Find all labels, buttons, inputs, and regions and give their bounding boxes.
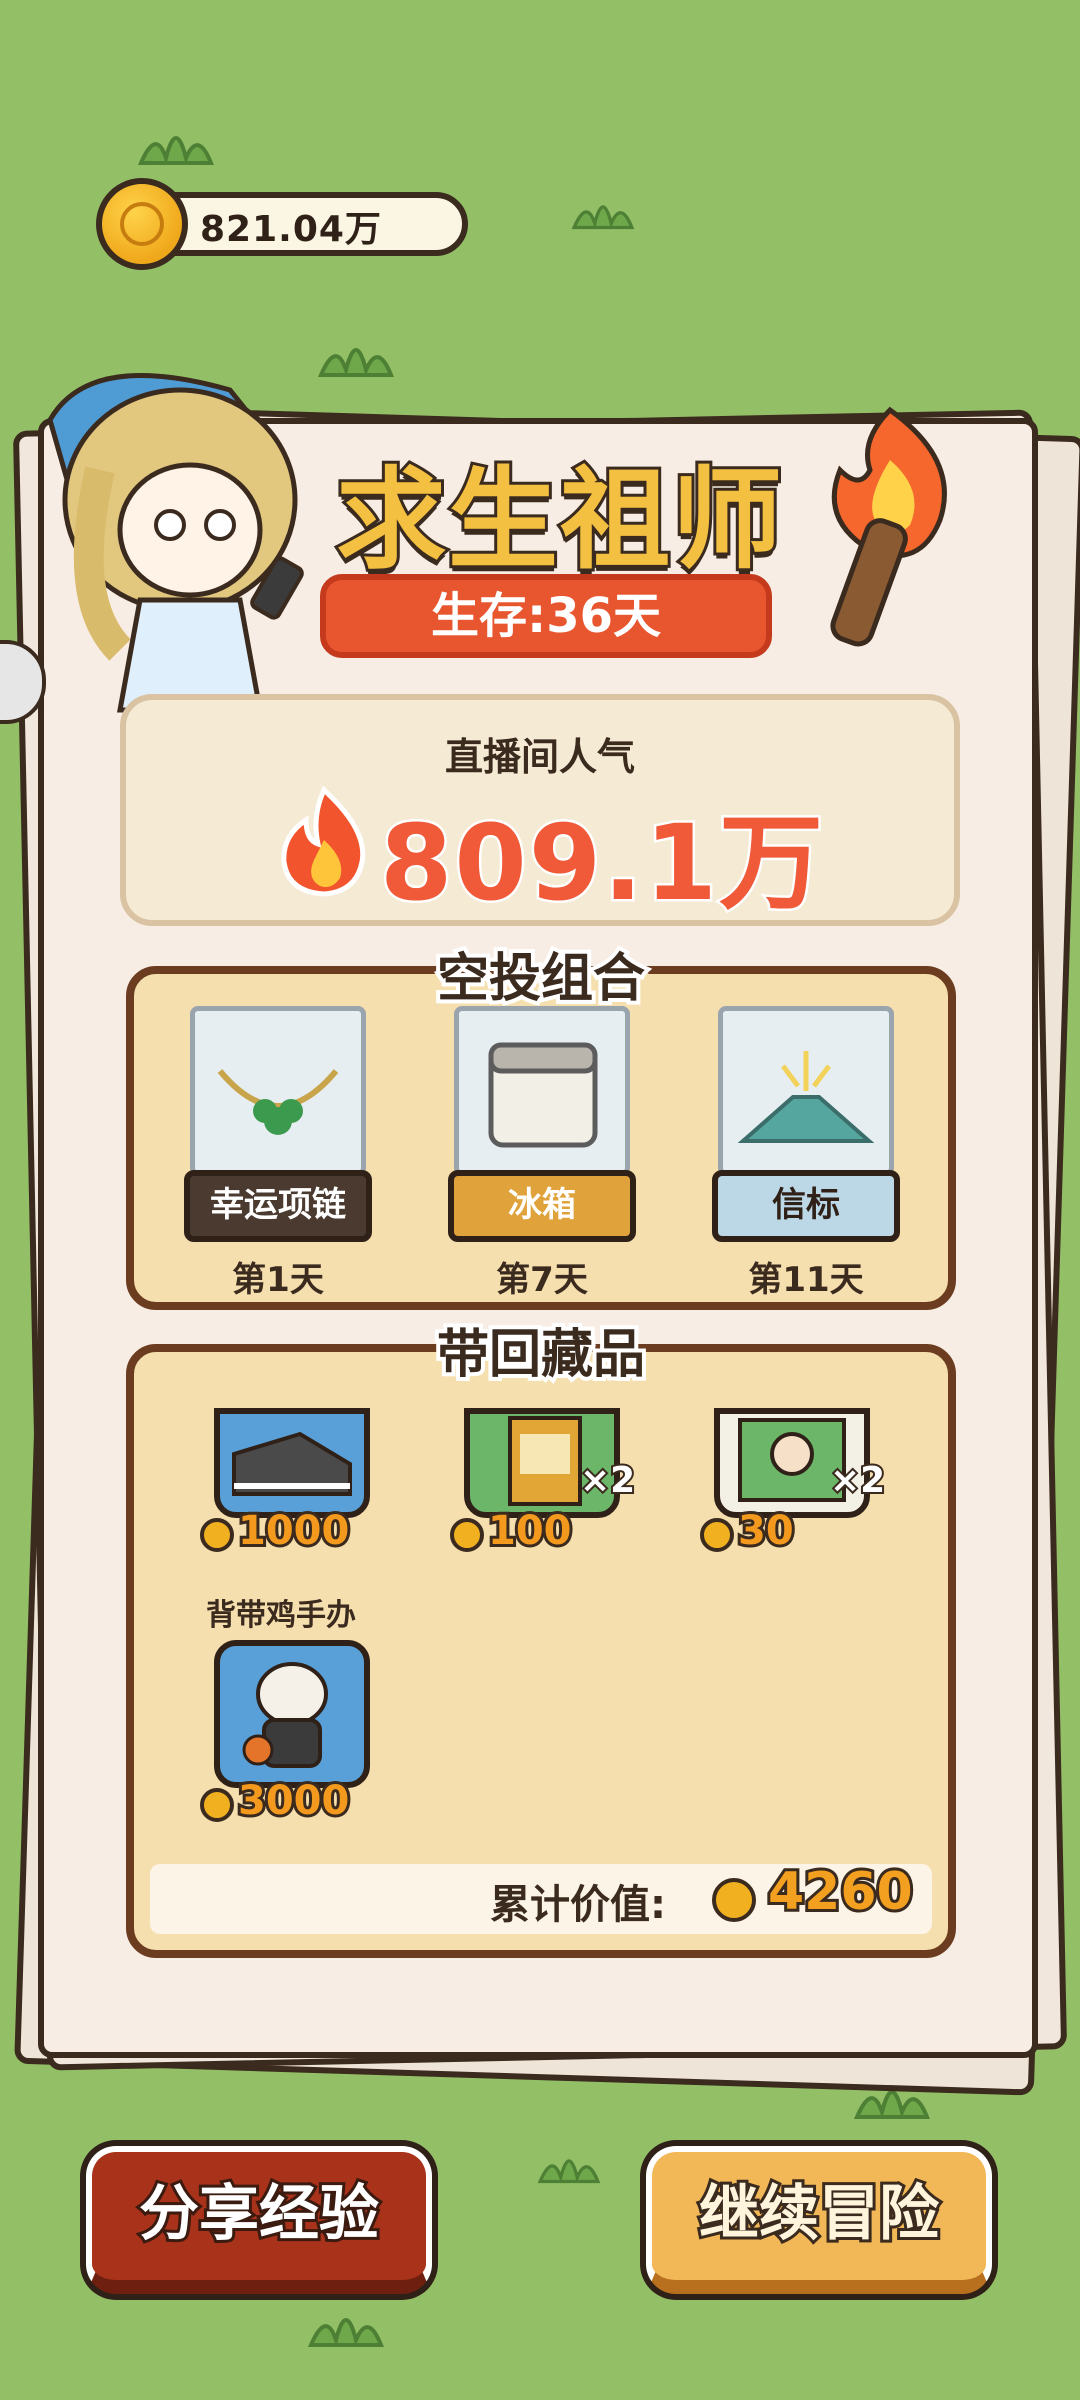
grass-tuft-icon (571, 205, 635, 230)
beacon-icon (737, 1051, 875, 1143)
collection-price: 30 (735, 1505, 797, 1557)
share-button[interactable]: 分享经验 (86, 2146, 432, 2294)
torch-icon (830, 406, 947, 647)
collection-title: 带回藏品 (433, 1321, 649, 1389)
necklace-icon (217, 1069, 339, 1135)
item-card-fridge[interactable] (454, 1006, 630, 1176)
item-card-beacon[interactable] (718, 1006, 894, 1176)
total-value-label: 累计价值: (490, 1882, 666, 1928)
collection-count: ×2 (828, 1458, 887, 1503)
item-tag-beacon: 信标 (712, 1170, 900, 1242)
collection-price: 1000 (235, 1505, 352, 1557)
character-avatar-icon (47, 373, 304, 745)
gold-coin-icon (96, 178, 188, 270)
coin-icon (700, 1518, 734, 1552)
popularity-label: 直播间人气 (444, 735, 635, 779)
survival-days-badge: 生存:36天 (320, 574, 772, 658)
item-tag-necklace: 幸运项链 (184, 1170, 372, 1242)
grass-tuft-icon (537, 2159, 601, 2184)
fire-icon (281, 786, 366, 897)
collection-count: ×2 (578, 1458, 637, 1503)
total-value: 4260 (765, 1859, 916, 1925)
item-day-necklace: 第1天 (232, 1260, 324, 1300)
collection-price: 100 (485, 1505, 574, 1557)
coin-icon (712, 1878, 756, 1922)
coin-icon (200, 1788, 234, 1822)
fridge-icon (488, 1042, 598, 1148)
coin-icon (450, 1518, 484, 1552)
chicken-figure-icon (242, 1662, 328, 1768)
item-day-beacon: 第11天 (748, 1260, 864, 1300)
item-tag-fridge: 冰箱 (448, 1170, 636, 1242)
airdrop-title: 空投组合 (433, 945, 649, 1013)
currency-value: 821.04万 (200, 209, 382, 250)
sneaker-icon (232, 1431, 352, 1496)
grass-tuft-icon (137, 136, 214, 166)
continue-button[interactable]: 继续冒险 (646, 2146, 992, 2294)
item-day-fridge: 第7天 (496, 1260, 588, 1300)
collection-price: 3000 (235, 1775, 352, 1827)
collection-item-label: 背带鸡手办 (206, 1598, 356, 1633)
page-title: 求生祖师 (333, 453, 785, 587)
collection-item-chicken[interactable] (214, 1640, 370, 1788)
collection-item-sneaker[interactable] (214, 1408, 370, 1518)
popularity-value: 809.1万 (378, 800, 826, 927)
grass-tuft-icon (307, 2318, 384, 2348)
coin-icon (200, 1518, 234, 1552)
item-card-necklace[interactable] (190, 1006, 366, 1176)
